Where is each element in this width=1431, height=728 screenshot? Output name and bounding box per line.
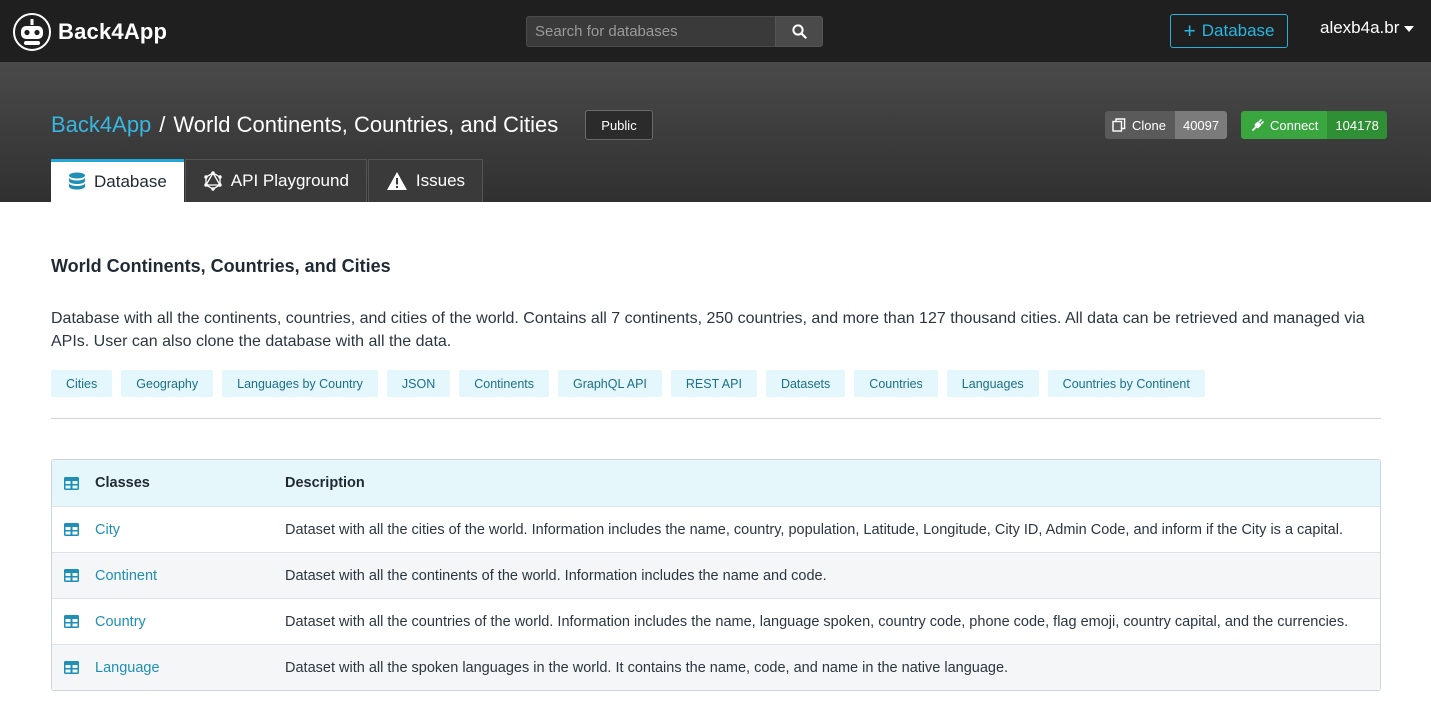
column-header-classes: Classes: [95, 475, 150, 491]
database-icon: [69, 172, 85, 190]
class-link-language[interactable]: Language: [95, 660, 160, 676]
tag-geography[interactable]: Geography: [121, 370, 214, 397]
tag-countries-by-continent[interactable]: Countries by Continent: [1047, 370, 1205, 397]
table-icon: [64, 615, 79, 628]
tag-rest-api[interactable]: REST API: [670, 370, 757, 397]
user-menu[interactable]: alexb4a.br: [1320, 18, 1415, 38]
search-input[interactable]: [526, 16, 775, 47]
clone-count: 40097: [1174, 111, 1228, 139]
plus-icon: +: [1183, 19, 1196, 43]
search-icon: [791, 24, 807, 39]
brand-name: Back4App: [58, 19, 168, 44]
table-icon: [64, 569, 79, 582]
clone-button[interactable]: Clone 40097: [1105, 111, 1228, 139]
graphql-icon: [204, 171, 222, 191]
tag-cities[interactable]: Cities: [51, 370, 113, 397]
database-description: Database with all the continents, countr…: [51, 310, 1365, 350]
breadcrumb-root-link[interactable]: Back4App: [51, 112, 151, 138]
table-row[interactable]: City Dataset with all the cities of the …: [52, 506, 1380, 552]
breadcrumb-separator: /: [159, 112, 166, 137]
table-row[interactable]: Language Dataset with all the spoken lan…: [52, 644, 1380, 690]
plug-icon: [1252, 118, 1264, 131]
table-row[interactable]: Country Dataset with all the countries o…: [52, 598, 1380, 644]
clone-label-wrap: Clone: [1105, 111, 1175, 139]
class-description: Dataset with all the continents of the w…: [285, 567, 827, 584]
class-description: Dataset with all the spoken languages in…: [285, 659, 1009, 676]
connect-label-wrap: Connect: [1241, 111, 1328, 139]
connect-button[interactable]: Connect 104178: [1241, 111, 1387, 139]
tag-languages[interactable]: Languages: [946, 370, 1039, 397]
class-description: Dataset with all the countries of the wo…: [285, 613, 1349, 630]
tag-list: Cities Geography Languages by Country JS…: [51, 370, 1214, 397]
add-database-label: Database: [1201, 21, 1275, 40]
top-navbar: Back4App + Database alexb4a.br: [0, 0, 1431, 62]
table-header-row: Classes Description: [52, 460, 1380, 506]
tag-graphql-api[interactable]: GraphQL API: [558, 370, 662, 397]
database-title: World Continents, Countries, and Cities: [51, 256, 391, 276]
database-tabs: Database API Playground Issues: [51, 159, 484, 202]
table-row[interactable]: Continent Dataset with all the continent…: [52, 552, 1380, 598]
tag-languages-by-country[interactable]: Languages by Country: [222, 370, 378, 397]
add-database-button[interactable]: + Database: [1170, 14, 1288, 48]
tab-api-playground[interactable]: API Playground: [184, 159, 367, 202]
clone-label: Clone: [1132, 117, 1166, 133]
classes-table: Classes Description City Dataset with al…: [51, 459, 1381, 691]
connect-count: 104178: [1327, 111, 1387, 139]
tag-continents[interactable]: Continents: [459, 370, 550, 397]
tab-issues[interactable]: Issues: [367, 159, 484, 202]
tag-json[interactable]: JSON: [386, 370, 451, 397]
column-header-description: Description: [285, 475, 365, 491]
table-icon: [64, 476, 79, 490]
breadcrumb: Back4App / World Continents, Countries, …: [51, 112, 558, 138]
clone-icon: [1112, 118, 1126, 132]
username: alexb4a.br: [1320, 18, 1400, 37]
tag-countries[interactable]: Countries: [854, 370, 938, 397]
warning-icon: [386, 172, 407, 190]
visibility-badge: Public: [585, 110, 653, 140]
section-divider: [51, 418, 1381, 419]
tab-issues-label: Issues: [415, 171, 466, 190]
tab-api-playground-label: API Playground: [230, 171, 349, 190]
brand-logo-link[interactable]: Back4App: [12, 13, 167, 51]
breadcrumb-current: World Continents, Countries, and Cities: [173, 112, 559, 137]
database-header: Back4App / World Continents, Countries, …: [0, 62, 1431, 202]
search-bar: [526, 16, 823, 47]
class-link-continent[interactable]: Continent: [95, 568, 157, 584]
connect-label: Connect: [1270, 117, 1319, 133]
tag-datasets[interactable]: Datasets: [765, 370, 846, 397]
back4app-logo-icon: [13, 13, 51, 51]
tab-database[interactable]: Database: [51, 159, 184, 202]
table-icon: [64, 661, 79, 674]
table-icon: [64, 523, 79, 536]
search-button[interactable]: [775, 16, 823, 47]
class-link-country[interactable]: Country: [95, 614, 146, 630]
class-link-city[interactable]: City: [95, 522, 120, 538]
class-description: Dataset with all the cities of the world…: [285, 521, 1343, 538]
caret-down-icon: [1404, 26, 1415, 32]
tab-database-label: Database: [94, 172, 167, 191]
